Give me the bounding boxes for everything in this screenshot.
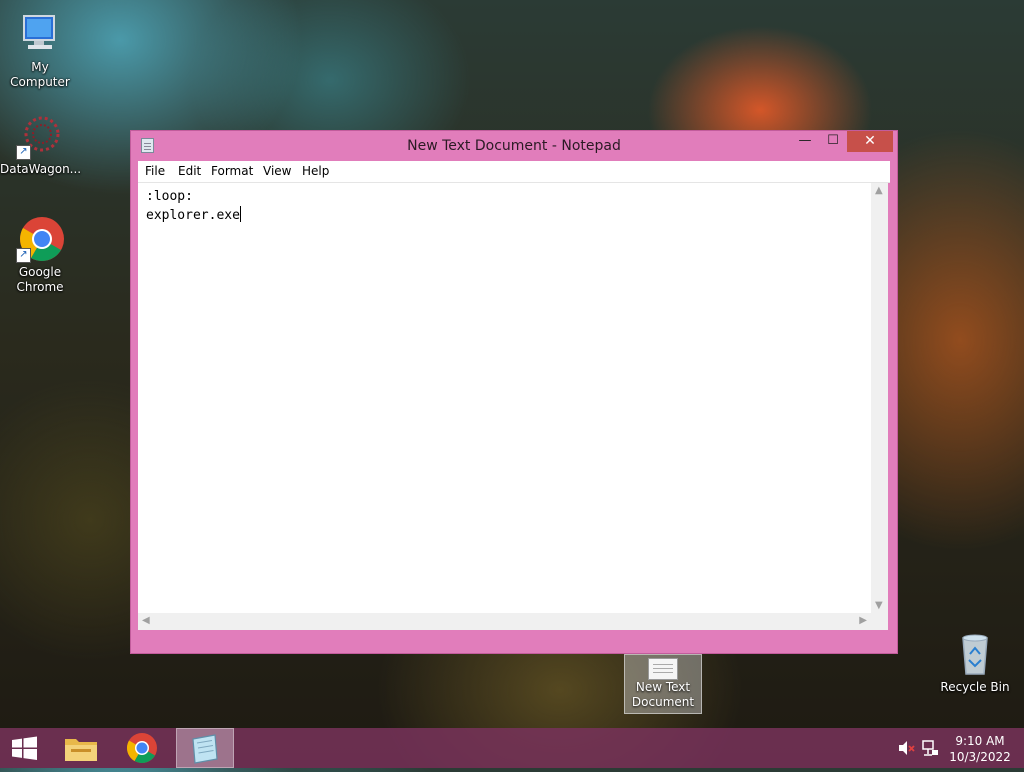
desktop-icon-new-text-document[interactable]: New Text Document <box>624 654 702 714</box>
chrome-icon <box>126 733 157 764</box>
text-file-icon <box>648 658 678 680</box>
computer-icon <box>16 10 64 58</box>
taskbar-file-explorer[interactable] <box>57 728 105 768</box>
desktop-icon-label-line1: New Text <box>635 680 691 694</box>
datawagon-icon: ↗ <box>16 112 64 160</box>
horizontal-scrollbar[interactable]: ◀ ▶ <box>138 613 871 630</box>
desktop-icon-label: My Computer <box>10 60 70 89</box>
shortcut-arrow-icon: ↗ <box>16 248 31 263</box>
start-button[interactable] <box>0 728 48 768</box>
minimize-button[interactable]: — <box>791 131 819 152</box>
editor-content: :loop: explorer.exe <box>146 187 241 225</box>
maximize-button[interactable]: ☐ <box>819 131 847 152</box>
close-button[interactable]: ✕ <box>847 131 893 152</box>
scroll-left-arrow-icon[interactable]: ◀ <box>142 615 150 626</box>
menu-file[interactable]: File <box>145 164 165 178</box>
windows-logo-icon <box>12 736 37 760</box>
desktop-icon-label: DataWagon... <box>0 162 82 176</box>
notepad-icon <box>192 734 218 764</box>
taskbar: 9:10 AM 10/3/2022 <box>0 728 1024 768</box>
editor-line-2: explorer.exe <box>146 208 240 223</box>
scroll-right-arrow-icon[interactable]: ▶ <box>859 615 867 626</box>
desktop-icon-datawagon[interactable]: ↗ DataWagon... <box>0 112 82 177</box>
shortcut-arrow-icon: ↗ <box>16 145 31 160</box>
text-caret <box>239 206 241 222</box>
volume-muted-icon <box>899 741 915 755</box>
text-editor[interactable]: :loop: explorer.exe ▲ ▼ ◀ ▶ <box>138 183 888 630</box>
network-icon <box>922 740 938 756</box>
recycle-bin-icon <box>951 630 999 678</box>
desktop-icon-my-computer[interactable]: My Computer <box>0 10 80 90</box>
menu-edit[interactable]: Edit <box>178 164 201 178</box>
menu-bar: File Edit Format View Help <box>138 161 890 183</box>
clock-date: 10/3/2022 <box>949 750 1011 764</box>
scroll-up-arrow-icon[interactable]: ▲ <box>875 185 883 196</box>
clock-time: 9:10 AM <box>955 734 1005 748</box>
taskbar-chrome[interactable] <box>118 728 166 768</box>
window-title: New Text Document - Notepad <box>407 138 621 154</box>
desktop-icon-label-line2: Document <box>631 695 695 709</box>
chrome-icon: ↗ <box>16 215 64 263</box>
notepad-window[interactable]: New Text Document - Notepad — ☐ ✕ File E… <box>130 130 898 654</box>
scrollbar-corner <box>871 613 888 630</box>
tray-network[interactable] <box>920 728 940 768</box>
vertical-scrollbar[interactable]: ▲ ▼ <box>871 183 888 613</box>
desktop-icon-label: Recycle Bin <box>940 680 1010 694</box>
system-clock[interactable]: 9:10 AM 10/3/2022 <box>945 733 1015 765</box>
desktop-icon-google-chrome[interactable]: ↗ Google Chrome <box>0 215 80 295</box>
title-bar[interactable]: New Text Document - Notepad — ☐ ✕ <box>131 131 897 161</box>
taskbar-notepad[interactable] <box>176 728 234 768</box>
desktop-icon-recycle-bin[interactable]: Recycle Bin <box>935 630 1015 695</box>
desktop-icon-label: Google Chrome <box>16 265 64 294</box>
editor-line-1: :loop: <box>146 189 193 204</box>
folder-icon <box>65 739 97 761</box>
menu-view[interactable]: View <box>263 164 291 178</box>
menu-format[interactable]: Format <box>211 164 253 178</box>
scroll-down-arrow-icon[interactable]: ▼ <box>875 600 883 611</box>
menu-help[interactable]: Help <box>302 164 329 178</box>
tray-volume[interactable] <box>896 728 916 768</box>
